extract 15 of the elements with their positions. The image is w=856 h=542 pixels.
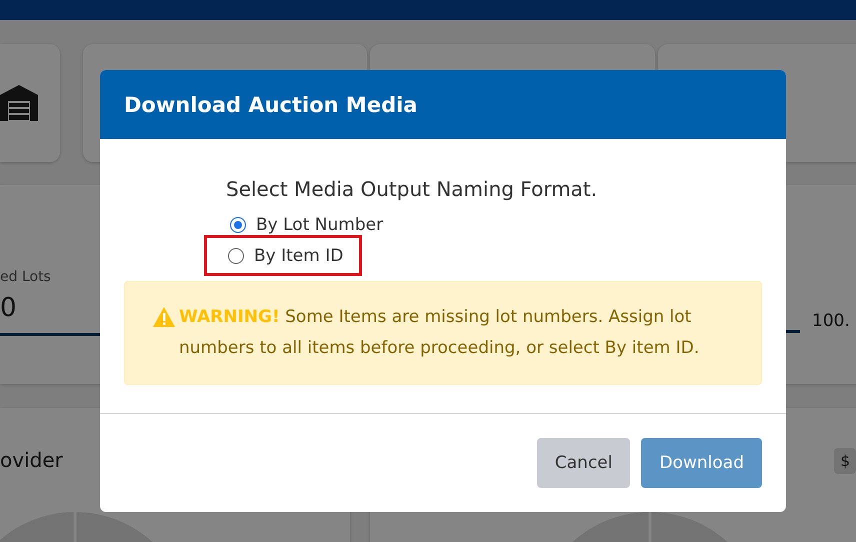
warehouse-icon	[0, 85, 38, 121]
warning-message: WARNING! Some Items are missing lot numbers. Assign lot numbers to all items before proceeding, or select By item ID.	[179, 306, 700, 360]
radio-button[interactable]	[230, 216, 246, 232]
amount-badge: $	[834, 448, 856, 474]
warning-icon	[153, 307, 175, 327]
radio-option[interactable]: By Lot Number	[230, 209, 392, 240]
lots-value: 0	[0, 293, 17, 323]
radio-button[interactable]	[228, 248, 244, 264]
dialog-title: Download Auction Media	[124, 92, 418, 116]
cancel-button[interactable]: Cancel	[536, 438, 630, 488]
lots-label: ed Lots	[0, 269, 51, 285]
section-heading: Select Media Output Naming Format.	[226, 177, 598, 201]
percent-value: 100.	[812, 311, 850, 331]
panel-title: ovider	[0, 448, 63, 472]
radio-option[interactable]: By Item ID	[207, 238, 360, 273]
